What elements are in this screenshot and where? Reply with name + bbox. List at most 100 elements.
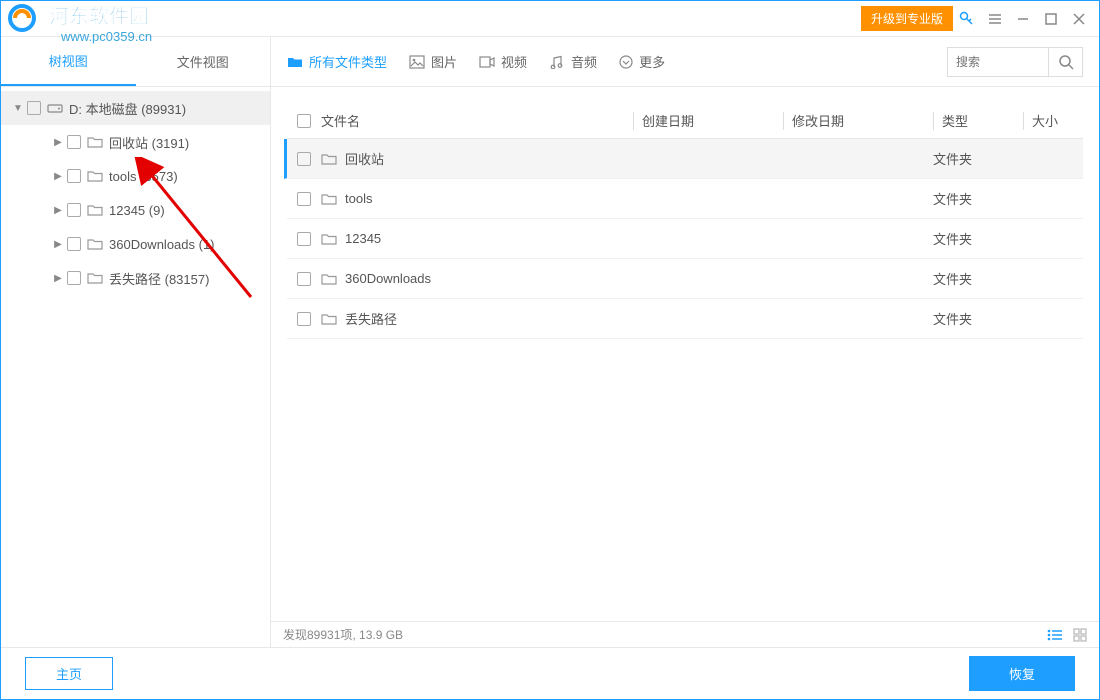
- filter-label: 更多: [639, 52, 665, 71]
- search-button[interactable]: [1048, 48, 1082, 76]
- tree-root-d-drive[interactable]: ▼ D: 本地磁盘 (89931): [1, 91, 270, 125]
- folder-tree: ▼ D: 本地磁盘 (89931) ▶ 回收站 (3191) ▶ tools (…: [1, 87, 270, 647]
- checkbox[interactable]: [67, 203, 81, 217]
- main-area: 树视图 文件视图 ▼ D: 本地磁盘 (89931) ▶ 回收站 (3191) …: [1, 37, 1099, 647]
- cell-name: 360Downloads: [345, 271, 431, 286]
- table-row[interactable]: 12345 文件夹: [287, 219, 1083, 259]
- header-size[interactable]: 大小: [1023, 112, 1083, 130]
- minimize-icon[interactable]: [1009, 5, 1037, 33]
- home-button[interactable]: 主页: [25, 657, 113, 690]
- close-icon[interactable]: [1065, 5, 1093, 33]
- table-row[interactable]: tools 文件夹: [287, 179, 1083, 219]
- tree-label: 丢失路径 (83157): [109, 269, 209, 288]
- search-input[interactable]: [948, 55, 1048, 69]
- cell-type: 文件夹: [933, 229, 1023, 248]
- checkbox[interactable]: [297, 152, 311, 166]
- checkbox[interactable]: [67, 271, 81, 285]
- filter-video[interactable]: 视频: [479, 52, 527, 71]
- filter-label: 所有文件类型: [309, 52, 387, 71]
- filter-more[interactable]: 更多: [619, 52, 665, 71]
- tree-label: 回收站 (3191): [109, 133, 189, 152]
- cell-name: 12345: [345, 231, 381, 246]
- tree-label: 12345 (9): [109, 203, 165, 218]
- cell-name: 丢失路径: [345, 309, 397, 328]
- folder-icon: [321, 312, 337, 326]
- caret-right-icon[interactable]: ▶: [51, 171, 65, 182]
- tree-item[interactable]: ▶ 回收站 (3191): [1, 125, 270, 159]
- image-icon: [409, 55, 425, 69]
- view-grid-icon[interactable]: [1073, 628, 1087, 642]
- sidebar-tabs: 树视图 文件视图: [1, 37, 270, 87]
- checkbox[interactable]: [67, 135, 81, 149]
- checkbox[interactable]: [67, 169, 81, 183]
- folder-icon: [87, 271, 103, 285]
- recover-button[interactable]: 恢复: [969, 656, 1075, 691]
- chevron-down-circle-icon: [619, 55, 633, 69]
- tree-item[interactable]: ▶ tools (3573): [1, 159, 270, 193]
- menu-icon[interactable]: [981, 5, 1009, 33]
- disk-icon: [47, 101, 63, 115]
- caret-right-icon[interactable]: ▶: [51, 273, 65, 284]
- app-logo: [7, 3, 43, 33]
- folder-filled-icon: [287, 55, 303, 69]
- cell-type: 文件夹: [933, 269, 1023, 288]
- checkbox[interactable]: [297, 312, 311, 326]
- tree-item[interactable]: ▶ 丢失路径 (83157): [1, 261, 270, 295]
- cell-type: 文件夹: [933, 149, 1023, 168]
- view-list-icon[interactable]: [1047, 628, 1063, 642]
- filter-audio[interactable]: 音频: [549, 52, 597, 71]
- tree-label: D: 本地磁盘 (89931): [69, 99, 186, 118]
- filter-label: 视频: [501, 52, 527, 71]
- caret-down-icon[interactable]: ▼: [11, 103, 25, 114]
- table-row[interactable]: 回收站 文件夹: [284, 139, 1083, 179]
- caret-right-icon[interactable]: ▶: [51, 205, 65, 216]
- cell-type: 文件夹: [933, 189, 1023, 208]
- tree-label: 360Downloads (1): [109, 237, 215, 252]
- filter-label: 图片: [431, 52, 457, 71]
- sidebar: 树视图 文件视图 ▼ D: 本地磁盘 (89931) ▶ 回收站 (3191) …: [1, 37, 271, 647]
- folder-icon: [87, 237, 103, 251]
- select-all-checkbox[interactable]: [297, 114, 311, 128]
- title-bar: 河东软件园 www.pc0359.cn 升级到专业版: [1, 1, 1099, 37]
- svg-text:河东软件园: 河东软件园: [49, 4, 149, 28]
- caret-right-icon[interactable]: ▶: [51, 137, 65, 148]
- filter-image[interactable]: 图片: [409, 52, 457, 71]
- table-row[interactable]: 360Downloads 文件夹: [287, 259, 1083, 299]
- video-icon: [479, 55, 495, 69]
- checkbox[interactable]: [67, 237, 81, 251]
- tree-item[interactable]: ▶ 360Downloads (1): [1, 227, 270, 261]
- checkbox[interactable]: [27, 101, 41, 115]
- folder-icon: [87, 135, 103, 149]
- folder-icon: [321, 272, 337, 286]
- tab-file-view[interactable]: 文件视图: [136, 37, 271, 86]
- table-row[interactable]: 丢失路径 文件夹: [287, 299, 1083, 339]
- checkbox[interactable]: [297, 192, 311, 206]
- tab-tree-view[interactable]: 树视图: [1, 37, 136, 86]
- file-table: 文件名 创建日期 修改日期 类型 大小 回收站 文件夹: [271, 87, 1099, 621]
- key-icon[interactable]: [953, 5, 981, 33]
- header-name[interactable]: 文件名: [321, 111, 633, 130]
- filter-all[interactable]: 所有文件类型: [287, 52, 387, 71]
- folder-icon: [321, 152, 337, 166]
- checkbox[interactable]: [297, 232, 311, 246]
- upgrade-button[interactable]: 升级到专业版: [861, 6, 953, 31]
- header-created[interactable]: 创建日期: [633, 112, 783, 130]
- cell-type: 文件夹: [933, 309, 1023, 328]
- footer: 主页 恢复: [1, 647, 1099, 699]
- folder-icon: [87, 169, 103, 183]
- checkbox[interactable]: [297, 272, 311, 286]
- header-modified[interactable]: 修改日期: [783, 112, 933, 130]
- tree-label: tools (3573): [109, 169, 178, 184]
- cell-name: 回收站: [345, 149, 384, 168]
- caret-right-icon[interactable]: ▶: [51, 239, 65, 250]
- search-icon: [1058, 54, 1074, 70]
- tree-item[interactable]: ▶ 12345 (9): [1, 193, 270, 227]
- audio-icon: [549, 55, 565, 69]
- folder-icon: [321, 192, 337, 206]
- header-type[interactable]: 类型: [933, 112, 1023, 130]
- maximize-icon[interactable]: [1037, 5, 1065, 33]
- filter-label: 音频: [571, 52, 597, 71]
- status-bar: 发现89931项, 13.9 GB: [271, 621, 1099, 647]
- filter-bar: 所有文件类型 图片 视频 音频 更多: [271, 37, 1099, 87]
- status-text: 发现89931项, 13.9 GB: [283, 626, 403, 643]
